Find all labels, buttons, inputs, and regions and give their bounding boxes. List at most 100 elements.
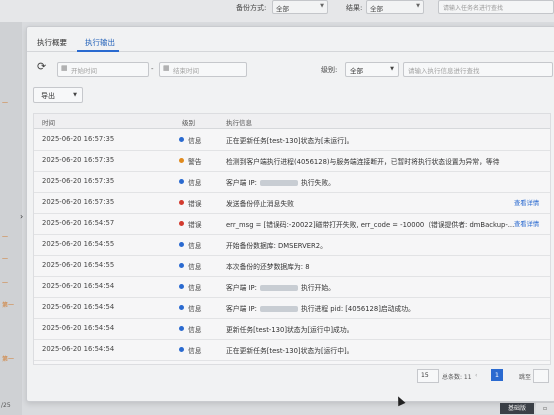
column-header-message: 执行信息 xyxy=(226,119,252,127)
start-time-input[interactable]: ▦ 开始时间 xyxy=(57,62,149,77)
row-message-text: 客户端 IP: xyxy=(226,305,257,313)
row-level: 信息 xyxy=(188,179,202,187)
start-time-placeholder: 开始时间 xyxy=(71,67,97,75)
view-detail-link[interactable]: 查看详情 xyxy=(514,198,539,207)
table-row: 2025-06-20 16:54:54 信息 更新任务[test-130]状态为[运… xyxy=(34,318,550,340)
row-message-suffix: 执行失败。 xyxy=(300,179,335,187)
previous-page-button[interactable]: ‹ xyxy=(475,372,477,379)
refresh-icon[interactable]: ⟳ xyxy=(37,61,46,72)
level-dot-icon xyxy=(179,221,184,226)
row-level: 信息 xyxy=(188,137,202,145)
row-level: 错误 xyxy=(188,221,202,229)
calendar-icon: ▦ xyxy=(61,64,68,72)
page-fragment: /25 xyxy=(1,402,11,409)
table-header: 时间 级别 执行信息 xyxy=(34,114,550,129)
table-row: 2025-06-20 16:57:35 信息 客户端 IP: 执行失败。 xyxy=(34,171,550,193)
chevron-down-icon: ▼ xyxy=(416,3,420,9)
result-label: 结果: xyxy=(346,4,363,12)
result-select[interactable]: 全部 ▼ xyxy=(366,0,424,14)
row-time: 2025-06-20 16:54:55 xyxy=(42,240,115,248)
row-message-text: 发送备份停止消息失败 xyxy=(226,200,294,208)
row-message: 发送备份停止消息失败 xyxy=(226,198,294,208)
export-button[interactable]: 导出 ▼ xyxy=(33,87,83,103)
row-message: err_msg = [错误码:-20022]磁带打开失败, err_code =… xyxy=(226,219,514,229)
level-dot-icon xyxy=(179,263,184,268)
export-label: 导出 xyxy=(41,92,55,100)
table-row: 2025-06-20 16:54:57 错误 err_msg = [错误码:-200… xyxy=(34,213,550,235)
row-message-text: 本次备份的还梦数据库为: 8 xyxy=(226,263,310,271)
level-dot-icon xyxy=(179,179,184,184)
level-dot-icon xyxy=(179,305,184,310)
chevron-right-icon[interactable]: › xyxy=(20,212,23,221)
tab-execution-summary[interactable]: 执行概要 xyxy=(37,37,67,48)
log-table: 时间 级别 执行信息 2025-06-20 16:57:35 信息 正在更新任务[t… xyxy=(33,113,551,365)
chevron-down-icon: ▼ xyxy=(73,92,77,98)
table-row: 2025-06-20 16:54:54 信息 客户端 IP: 执行进程 pid: [4… xyxy=(34,297,550,319)
backup-mode-label: 备份方式: xyxy=(236,4,267,12)
execution-log-dialog: 执行概要 执行输出 ⟳ ▦ 开始时间 - ▦ 结束时间 级别: 全部 ▼ 请输入… xyxy=(26,26,554,402)
column-header-time: 时间 xyxy=(42,119,55,127)
row-message-suffix: 执行开始。 xyxy=(300,284,335,292)
tab-execution-output[interactable]: 执行输出 xyxy=(85,37,115,48)
redacted-ip xyxy=(259,180,298,186)
row-message-text: 检测到客户端执行进程(4056128)与服务端连接断开，已暂时将执行状态设置为异… xyxy=(226,158,500,166)
table-row: 2025-06-20 16:57:35 信息 正在更新任务[test-130]状态为… xyxy=(34,129,550,151)
pagination: 15 总条数: 11 ‹ 1 跳至 xyxy=(417,369,551,383)
row-message: 客户端 IP: 执行进程 pid: [4056128]启动成功。 xyxy=(226,303,415,313)
row-message-text: 更新任务[test-130]状态为[运行中]成功。 xyxy=(226,326,354,334)
row-message-text: 开始备份数据库: DMSERVER2。 xyxy=(226,242,327,250)
table-row: 2025-06-20 16:54:55 信息 开始备份数据库: DMSERVER2。 xyxy=(34,234,550,256)
goto-label: 跳至 xyxy=(519,374,532,381)
row-time: 2025-06-20 16:57:35 xyxy=(42,156,115,164)
active-tab-indicator xyxy=(77,50,119,52)
column-header-level: 级别 xyxy=(182,119,195,127)
row-time: 2025-06-20 16:57:35 xyxy=(42,177,115,185)
row-time: 2025-06-20 16:54:54 xyxy=(42,345,115,353)
row-level: 警告 xyxy=(188,158,202,166)
row-level: 信息 xyxy=(188,305,202,313)
view-detail-link[interactable]: 查看详情 xyxy=(514,219,539,228)
level-dot-icon xyxy=(179,284,184,289)
list-marker: 一 xyxy=(2,256,9,263)
table-row: 2025-06-20 16:57:35 警告 检测到客户端执行进程(4056128)… xyxy=(34,150,550,172)
level-dot-icon xyxy=(179,137,184,142)
tab-bar: 执行概要 执行输出 xyxy=(27,27,554,52)
row-level: 信息 xyxy=(188,326,202,334)
goto-page-input[interactable] xyxy=(533,369,549,383)
edition-badge: 基础版 xyxy=(500,403,534,414)
backup-mode-select[interactable]: 全部 ▼ xyxy=(272,0,328,14)
list-marker: 第一 xyxy=(2,302,15,309)
list-marker: 一 xyxy=(2,234,9,241)
page-size-value: 15 xyxy=(421,372,429,379)
keyword-search-input[interactable]: 请输入执行信息进行查找 xyxy=(403,62,553,77)
row-time: 2025-06-20 16:54:55 xyxy=(42,261,115,269)
row-message-text: 正在更新任务[test-130]状态为[未运行]。 xyxy=(226,137,354,145)
row-message-text: 客户端 IP: xyxy=(226,179,257,187)
level-dot-icon xyxy=(179,200,184,205)
level-select[interactable]: 全部 ▼ xyxy=(345,62,399,77)
row-message: 客户端 IP: 执行失败。 xyxy=(226,177,335,187)
background-list: 一 一 一 一 第一 第一 /25 xyxy=(0,22,22,415)
total-count: 总条数: 11 xyxy=(442,374,472,381)
level-label: 级别: xyxy=(321,66,338,74)
date-range-separator: - xyxy=(151,65,154,73)
level-dot-icon xyxy=(179,326,184,331)
current-page-button[interactable]: 1 xyxy=(491,369,503,381)
corner-button[interactable]: ▫ xyxy=(536,403,554,414)
filter-toolbar: ⟳ ▦ 开始时间 - ▦ 结束时间 级别: 全部 ▼ 请输入执行信息进行查找 xyxy=(27,57,554,77)
table-row: 2025-06-20 16:54:55 信息 本次备份的还梦数据库为: 8 xyxy=(34,255,550,277)
result-value: 全部 xyxy=(370,5,383,13)
table-row: 2025-06-20 16:57:35 错误 发送备份停止消息失败 查看详情 xyxy=(34,192,550,214)
row-level: 信息 xyxy=(188,242,202,250)
table-row: 2025-06-20 16:54:54 信息 正在更新任务[test-130]状态为… xyxy=(34,339,550,361)
row-message: 本次备份的还梦数据库为: 8 xyxy=(226,261,310,271)
chevron-down-icon: ▼ xyxy=(320,3,324,9)
level-dot-icon xyxy=(179,242,184,247)
page-size-select[interactable]: 15 xyxy=(417,369,439,383)
end-time-input[interactable]: ▦ 结束时间 xyxy=(159,62,247,77)
level-dot-icon xyxy=(179,158,184,163)
task-search-input[interactable]: 请输入任务名进行查找 xyxy=(438,0,554,14)
row-message: 更新任务[test-130]状态为[运行中]成功。 xyxy=(226,324,353,334)
row-message-suffix: 执行进程 pid: [4056128]启动成功。 xyxy=(300,305,415,313)
row-message: 正在更新任务[test-130]状态为[未运行]。 xyxy=(226,135,353,145)
